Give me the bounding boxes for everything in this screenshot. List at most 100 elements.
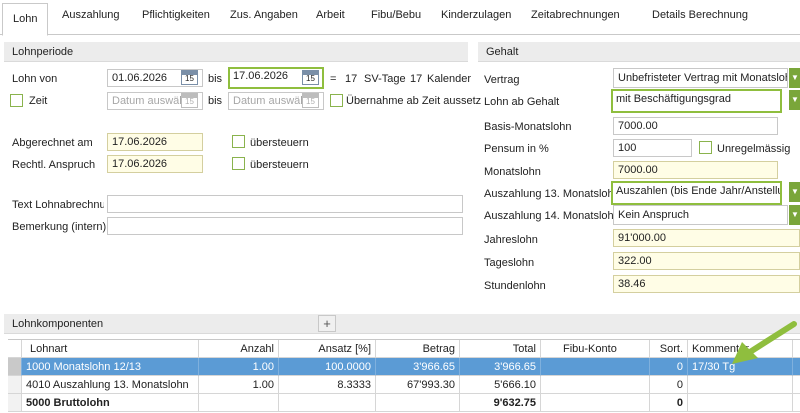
table-row[interactable]: 4010 Auszahlung 13. Monatslohn 1.00 8.33… [8,376,800,394]
cell-lohnart[interactable]: 5000 Bruttolohn [22,394,199,412]
cell-anzahl[interactable]: 1.00 [199,358,279,376]
tab-details-berechnung[interactable]: Details Berechnung [652,9,748,21]
uebersteuern-checkbox[interactable] [232,157,245,170]
column-header-total[interactable]: Total [460,340,541,358]
cell-total[interactable]: 9'632.75 [460,394,541,412]
tab-auszahlung[interactable]: Auszahlung [62,9,120,21]
vertrag-select[interactable]: Unbefristeter Vertrag mit Monatslohn [613,68,788,88]
cell-lohnart[interactable]: 1000 Monatslohn 12/13 [22,358,199,376]
cell-betrag[interactable]: 67'993.30 [376,376,460,394]
tab-arbeit[interactable]: Arbeit [316,9,345,21]
lohn-von-label: Lohn von [12,73,58,85]
jahreslohn-value: 91'000.00 [613,229,800,247]
auszahlung-13-label: Auszahlung 13. Monatslohn [484,188,620,200]
column-header-anzahl[interactable]: Anzahl [199,340,279,358]
cell-betrag[interactable] [376,394,460,412]
cell-ansatz[interactable]: 100.0000 [279,358,376,376]
auszahlung-13-select[interactable]: Auszahlen (bis Ende Jahr/Anstellung) [611,181,782,205]
cell-total[interactable]: 5'666.10 [460,376,541,394]
lohnkomponenten-grid: Lohnart Anzahl Ansatz [%] Betrag Total F… [8,339,800,412]
pensum-input[interactable]: 100 [613,139,692,157]
chevron-down-icon[interactable]: ▼ [789,68,800,88]
annotation-arrow-icon [732,321,797,364]
column-header-sort[interactable]: Sort. [650,340,688,358]
chevron-down-icon[interactable]: ▼ [789,90,800,110]
kalender-days-value: 17 [410,73,423,85]
add-row-button[interactable]: + [318,315,336,332]
calendar-icon[interactable]: 15 [181,70,198,85]
jahreslohn-label: Jahreslohn [484,234,538,246]
basis-monatslohn-input[interactable]: 7000.00 [613,117,778,135]
chevron-down-icon[interactable]: ▼ [789,182,800,202]
vertrag-label: Vertrag [484,74,520,86]
bemerkung-input[interactable] [107,217,463,235]
column-header-fibu-konto[interactable]: Fibu-Konto [541,340,650,358]
row-indicator [8,358,22,376]
abgerechnet-input[interactable]: 17.06.2026 [107,133,203,151]
bemerkung-label: Bemerkung (intern) [12,221,107,233]
anspruch-label: Rechtl. Anspruch [12,159,96,171]
cell-sort[interactable]: 0 [650,376,688,394]
table-row[interactable]: 1000 Monatslohn 12/13 1.00 100.0000 3'96… [8,358,800,376]
uebersteuern-checkbox[interactable] [232,135,245,148]
anspruch-input[interactable]: 17.06.2026 [107,155,203,173]
cell-fibu-konto[interactable] [541,376,650,394]
cell-ansatz[interactable]: 8.3333 [279,376,376,394]
column-header-betrag[interactable]: Betrag [376,340,460,358]
equals-sign: = [330,73,337,85]
cell-sort[interactable]: 0 [650,394,688,412]
tab-bar: Lohn Auszahlung Pflichtigkeiten Zus. Ang… [0,0,800,36]
kalender-days-label: Kalender [427,73,472,85]
bis-label: bis [208,95,223,107]
auszahlung-14-select[interactable]: Kein Anspruch [613,205,788,225]
text-lohnabrechnung-label: Text Lohnabrechnung [12,199,104,211]
calendar-icon: 15 [181,93,198,108]
column-header-ansatz[interactable]: Ansatz [%] [279,340,376,358]
cell-anzahl[interactable]: 1.00 [199,376,279,394]
cell-lohnart[interactable]: 4010 Auszahlung 13. Monatslohn [22,376,199,394]
tab-zeitabrechnungen[interactable]: Zeitabrechnungen [531,9,620,21]
cell-betrag[interactable]: 3'966.65 [376,358,460,376]
uebersteuern-label: übersteuern [250,159,309,171]
row-indicator [8,376,22,394]
unregelmaessig-checkbox[interactable] [699,141,712,154]
calendar-icon: 15 [302,93,319,108]
grid-header-row: Lohnart Anzahl Ansatz [%] Betrag Total F… [8,340,800,358]
zeit-checkbox[interactable] [10,94,23,107]
unregelmaessig-label: Unregelmässig [717,143,791,155]
abgerechnet-label: Abgerechnet am [12,137,93,149]
chevron-down-icon[interactable]: ▼ [789,205,800,225]
gehalt-header: Gehalt [478,42,800,62]
stundenlohn-label: Stundenlohn [484,280,546,292]
cell-fibu-konto[interactable] [541,394,650,412]
cell-anzahl[interactable] [199,394,279,412]
cell-kommentar[interactable] [688,394,793,412]
tab-lohn[interactable]: Lohn [2,3,49,36]
tageslohn-value: 322.00 [613,252,800,270]
cell-ansatz[interactable] [279,394,376,412]
uebersteuern-label: übersteuern [250,137,309,149]
tab-kinderzulagen[interactable]: Kinderzulagen [441,9,511,21]
tab-pflichtigkeiten[interactable]: Pflichtigkeiten [142,9,210,21]
lohn-ab-gehalt-select[interactable]: mit Beschäftigungsgrad [611,89,782,113]
basis-monatslohn-label: Basis-Monatslohn [484,121,572,133]
monatslohn-label: Monatslohn [484,166,541,178]
calendar-icon[interactable]: 15 [302,70,319,85]
sv-days-value: 17 [345,73,358,85]
column-header-lohnart[interactable]: Lohnart [22,340,199,358]
table-row[interactable]: 5000 Bruttolohn 9'632.75 0 [8,394,800,412]
lohnkomponenten-header: Lohnkomponenten [4,314,800,334]
uebernahme-label: Übernahme ab Zeit aussetz [346,95,482,107]
bis-label: bis [208,73,223,85]
row-indicator [8,394,22,412]
text-lohnabrechnung-input[interactable] [107,195,463,213]
cell-sort[interactable]: 0 [650,358,688,376]
tab-fibu-bebu[interactable]: Fibu/Bebu [371,9,421,21]
monatslohn-value: 7000.00 [613,161,778,179]
cell-kommentar[interactable] [688,376,793,394]
lohn-ab-gehalt-label: Lohn ab Gehalt [484,96,560,108]
uebernahme-checkbox[interactable] [330,94,343,107]
tab-zus-angaben[interactable]: Zus. Angaben [230,9,298,21]
cell-total[interactable]: 3'966.65 [460,358,541,376]
cell-fibu-konto[interactable] [541,358,650,376]
